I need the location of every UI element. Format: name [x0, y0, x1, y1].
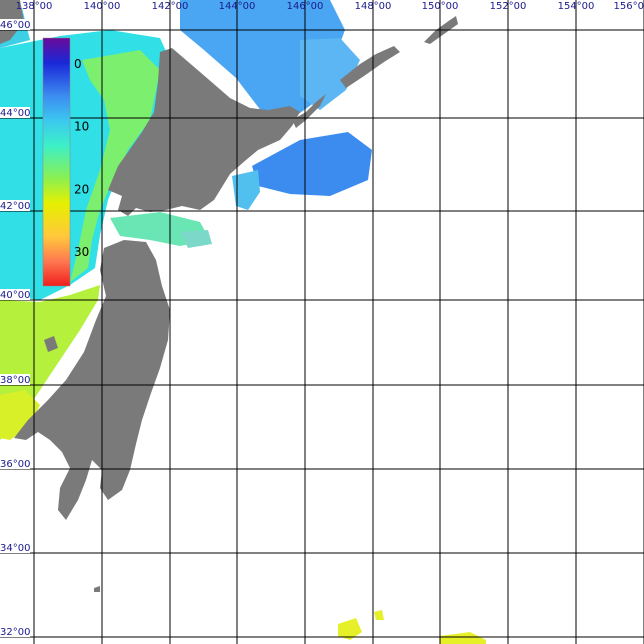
colorbar-value-label: 20 — [74, 182, 89, 196]
longitude-tick-label: 140°00 — [84, 1, 121, 12]
latitude-tick-label: 40°00 — [0, 290, 30, 301]
latitude-tick-label: 44°00 — [0, 108, 30, 119]
latitude-tick-label: 32°00 — [0, 627, 30, 638]
colorbar-value-label: 0 — [74, 57, 82, 71]
longitude-tick-label: 152°00 — [490, 1, 527, 12]
colorbar-value-label: 10 — [74, 120, 89, 134]
longitude-tick-label: 142°00 — [152, 1, 189, 12]
longitude-tick-label: 146°00 — [287, 1, 324, 12]
latitude-tick-label: 46°00 — [0, 20, 30, 31]
latitude-tick-label: 42°00 — [0, 201, 30, 212]
sst-map: 138°00 140°00 142°00 144°00 146°00 148°00 150°… — [0, 0, 644, 644]
latitude-tick-label: 36°00 — [0, 459, 30, 470]
longitude-tick-label: 156°0 — [614, 1, 644, 12]
latitude-tick-label: 34°00 — [0, 543, 30, 554]
longitude-tick-label: 150°00 — [422, 1, 459, 12]
latitude-tick-label: 38°00 — [0, 375, 30, 386]
longitude-tick-label: 144°00 — [219, 1, 256, 12]
longitude-tick-label: 138°00 — [16, 1, 53, 12]
longitude-tick-label: 154°00 — [558, 1, 595, 12]
map-canvas: 138°00 140°00 142°00 144°00 146°00 148°00 150°… — [0, 0, 644, 644]
colorbar — [42, 37, 71, 287]
longitude-tick-label: 148°00 — [355, 1, 392, 12]
colorbar-value-label: 30 — [74, 245, 89, 259]
